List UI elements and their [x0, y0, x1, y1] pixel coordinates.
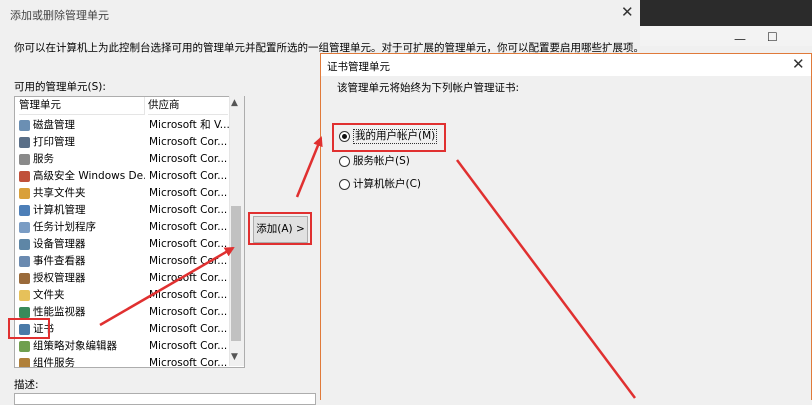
- list-item[interactable]: 任务计划程序 Microsoft Cor...: [15, 219, 230, 236]
- certificate-snapin-dialog: 证书管理单元 ✕ 该管理单元将始终为下列帐户管理证书: 我的用户帐户(M) 服务…: [320, 53, 812, 401]
- column-header-vendor[interactable]: 供应商: [148, 97, 228, 115]
- scrollbar-thumb[interactable]: [231, 206, 241, 341]
- disk-icon: [19, 120, 30, 131]
- close-icon[interactable]: ✕: [792, 55, 805, 73]
- snapin-vendor: Microsoft Cor...: [149, 187, 228, 199]
- snapin-vendor: Microsoft Cor...: [149, 153, 228, 165]
- snapin-name: 服务: [33, 153, 54, 165]
- list-item[interactable]: 文件夹 Microsoft Cor...: [15, 287, 230, 304]
- printer-icon: [19, 137, 30, 148]
- scroll-down-icon[interactable]: ▼: [231, 352, 238, 362]
- firewall-icon: [19, 171, 30, 182]
- list-item[interactable]: 设备管理器 Microsoft Cor...: [15, 236, 230, 253]
- snapin-vendor: Microsoft Cor...: [149, 340, 228, 352]
- snapin-name: 设备管理器: [33, 238, 86, 250]
- list-item[interactable]: 共享文件夹 Microsoft Cor...: [15, 185, 230, 202]
- snapin-name: 高级安全 Windows De...: [33, 170, 145, 182]
- snapin-vendor: Microsoft Cor...: [149, 255, 228, 267]
- available-snapins-label: 可用的管理单元(S):: [14, 81, 106, 93]
- close-icon[interactable]: ✕: [621, 3, 634, 21]
- snapin-vendor: Microsoft Cor...: [149, 136, 228, 148]
- policy-icon: [19, 341, 30, 352]
- maximize-icon[interactable]: ☐: [767, 30, 778, 44]
- radio-icon[interactable]: [339, 179, 350, 190]
- snapin-vendor: Microsoft Cor...: [149, 357, 228, 368]
- snapin-name: 组策略对象编辑器: [33, 340, 117, 352]
- background-window-titlebar: [640, 0, 812, 26]
- list-item[interactable]: 磁盘管理 Microsoft 和 V...: [15, 117, 230, 134]
- list-item[interactable]: 计算机管理 Microsoft Cor...: [15, 202, 230, 219]
- list-item[interactable]: 组策略对象编辑器 Microsoft Cor...: [15, 338, 230, 355]
- snapin-vendor: Microsoft Cor...: [149, 170, 228, 182]
- snapin-vendor: Microsoft Cor...: [149, 289, 228, 301]
- dialog-title: 添加或删除管理单元: [10, 9, 109, 22]
- dialog-title: 证书管理单元: [327, 61, 390, 73]
- snapin-vendor: Microsoft Cor...: [149, 323, 228, 335]
- radio-label[interactable]: 服务帐户(S): [353, 153, 410, 169]
- computer-icon: [19, 205, 30, 216]
- account-prompt: 该管理单元将始终为下列帐户管理证书:: [337, 82, 520, 94]
- highlight-box-user-account: [332, 123, 446, 152]
- description-box: [14, 393, 316, 405]
- event-icon: [19, 256, 30, 267]
- performance-icon: [19, 307, 30, 318]
- snapin-name: 组件服务: [33, 357, 75, 368]
- folder-icon: [19, 290, 30, 301]
- highlight-box-certificate: [8, 318, 50, 339]
- highlight-box-add: [248, 212, 312, 245]
- snapin-name: 磁盘管理: [33, 119, 75, 131]
- snapin-vendor: Microsoft Cor...: [149, 272, 228, 284]
- gear-icon: [19, 154, 30, 165]
- snapin-vendor: Microsoft Cor...: [149, 238, 228, 250]
- snapin-name: 共享文件夹: [33, 187, 86, 199]
- snapin-name: 打印管理: [33, 136, 75, 148]
- snapin-vendor: Microsoft Cor...: [149, 204, 228, 216]
- snapin-vendor: Microsoft Cor...: [149, 221, 228, 233]
- snapin-vendor: Microsoft Cor...: [149, 306, 228, 318]
- snapin-vendor: Microsoft 和 V...: [149, 119, 229, 131]
- description-label: 描述:: [14, 379, 39, 391]
- snapin-name: 文件夹: [33, 289, 65, 301]
- column-header-name[interactable]: 管理单元: [19, 97, 145, 115]
- shared-folder-icon: [19, 188, 30, 199]
- auth-icon: [19, 273, 30, 284]
- clock-icon: [19, 222, 30, 233]
- list-item[interactable]: 服务 Microsoft Cor...: [15, 151, 230, 168]
- scroll-up-icon[interactable]: ▲: [231, 98, 238, 108]
- component-icon: [19, 358, 30, 367]
- list-item[interactable]: 打印管理 Microsoft Cor...: [15, 134, 230, 151]
- radio-label[interactable]: 计算机帐户(C): [353, 176, 421, 192]
- minimize-icon[interactable]: —: [734, 32, 746, 46]
- list-item[interactable]: 高级安全 Windows De... Microsoft Cor...: [15, 168, 230, 185]
- device-icon: [19, 239, 30, 250]
- list-item[interactable]: 授权管理器 Microsoft Cor...: [15, 270, 230, 287]
- radio-icon[interactable]: [339, 156, 350, 167]
- snapin-name: 授权管理器: [33, 272, 86, 284]
- dialog-titlebar: [321, 54, 811, 76]
- snapin-name: 计算机管理: [33, 204, 86, 216]
- snapin-name: 事件查看器: [33, 255, 86, 267]
- list-item[interactable]: 组件服务 Microsoft Cor...: [15, 355, 230, 368]
- snapin-name: 任务计划程序: [33, 221, 96, 233]
- list-item[interactable]: 事件查看器 Microsoft Cor...: [15, 253, 230, 270]
